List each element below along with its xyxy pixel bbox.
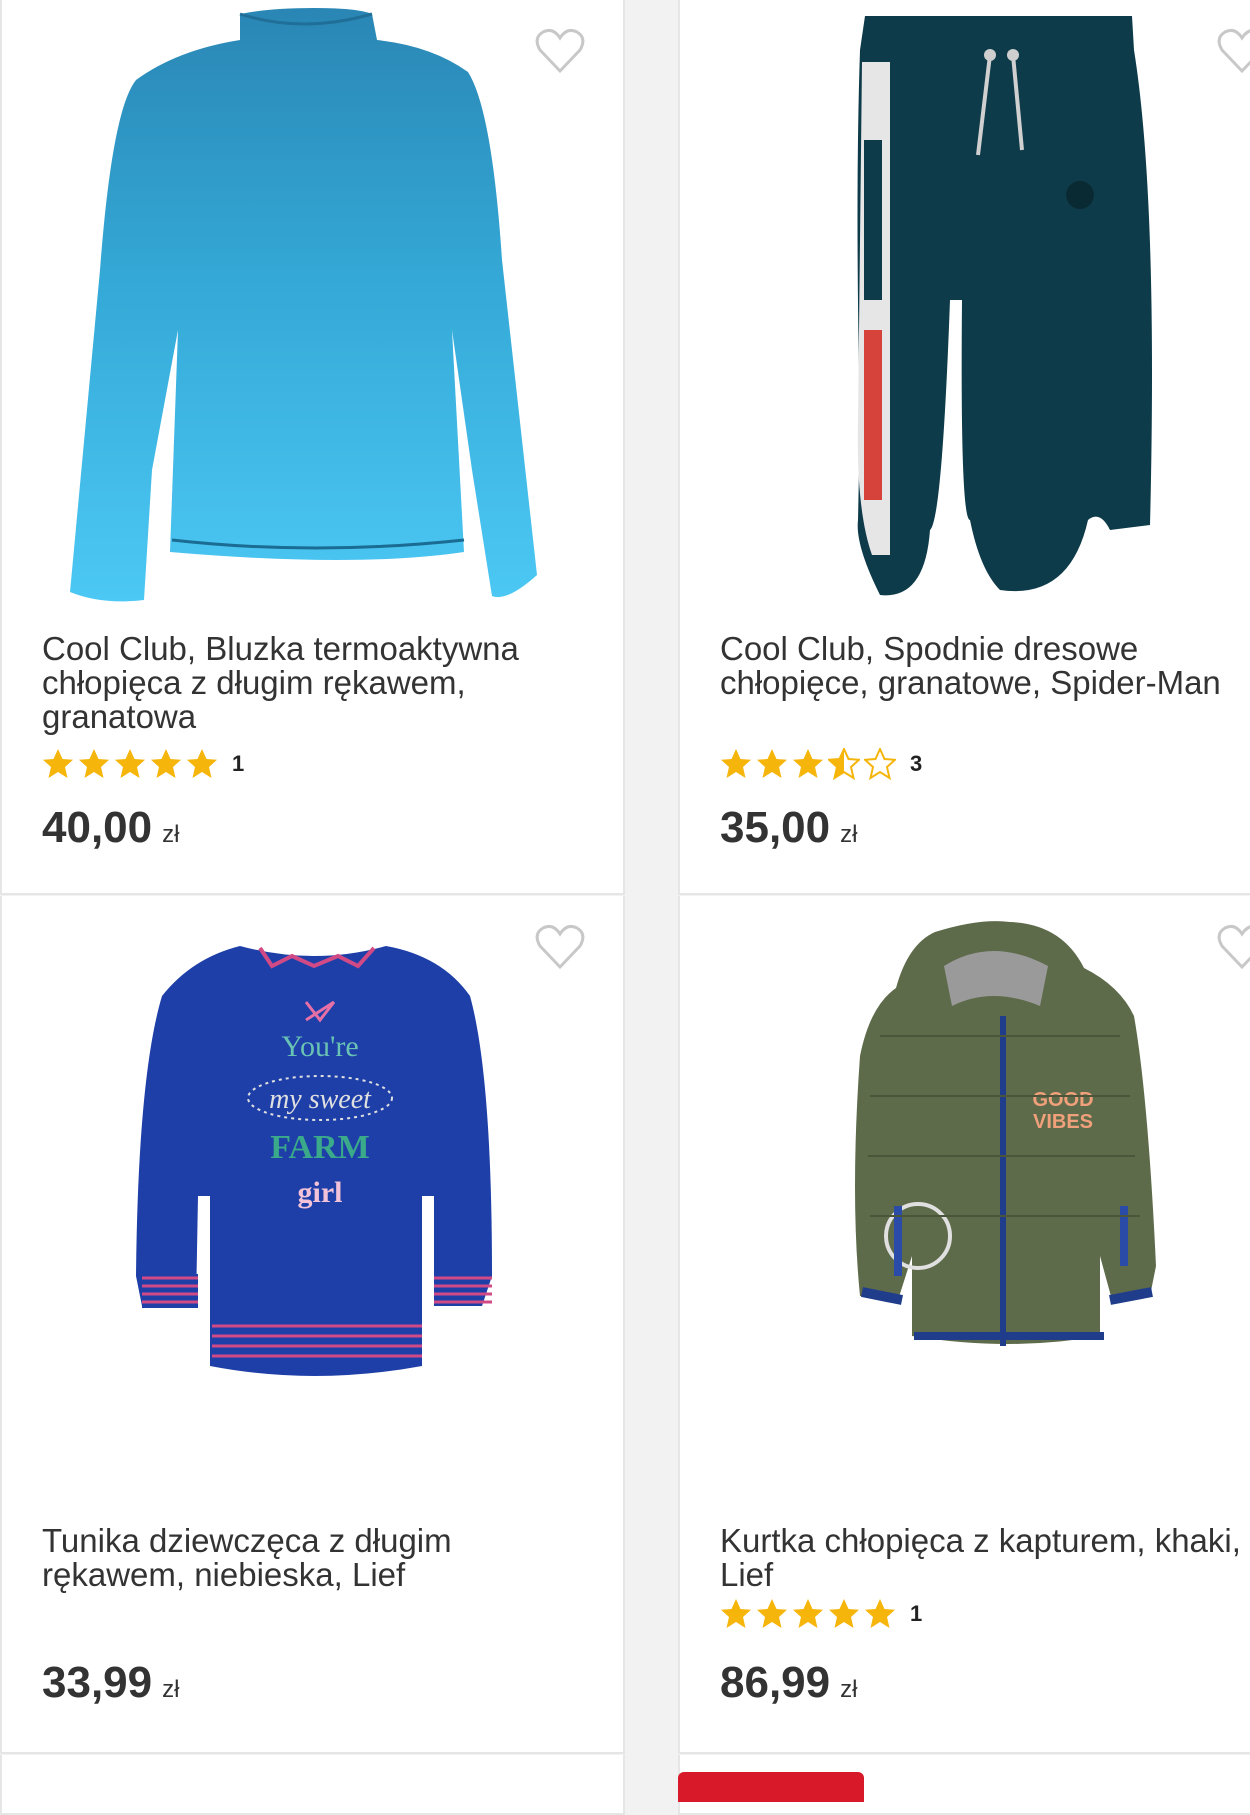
- star-empty-icon: [864, 748, 896, 780]
- rating: 1: [720, 1596, 922, 1632]
- action-button[interactable]: [678, 1772, 864, 1802]
- star-icon: [187, 749, 217, 778]
- product-image[interactable]: [2, 0, 623, 620]
- rating-count: 1: [910, 1601, 923, 1626]
- heart-icon[interactable]: [535, 28, 585, 74]
- star-icon: [151, 749, 181, 778]
- star-icon: [757, 1599, 787, 1628]
- price-amount: 33,99: [42, 1658, 153, 1707]
- price-amount: 40,00: [42, 803, 153, 852]
- price-currency: zł: [162, 1676, 180, 1703]
- product-image[interactable]: [680, 0, 1250, 620]
- product-image[interactable]: You're my sweet FARM girl: [2, 896, 623, 1516]
- rating-stars: [42, 748, 222, 780]
- star-icon: [793, 1599, 823, 1628]
- price-currency: zł: [162, 821, 180, 848]
- print-text: GOOD: [1032, 1089, 1093, 1111]
- product-grid: Cool Club, Bluzka termoaktywna chłopięca…: [0, 0, 1250, 1815]
- product-title[interactable]: Kurtka chłopięca z kapturem, khaki, Lief: [720, 1524, 1250, 1592]
- product-title[interactable]: Cool Club, Spodnie dresowe chłopięce, gr…: [720, 632, 1250, 700]
- price-currency: zł: [840, 1676, 858, 1703]
- star-icon: [829, 1599, 859, 1628]
- star-icon: [43, 749, 73, 778]
- rating-count: 1: [232, 751, 245, 776]
- product-card[interactable]: Cool Club, Bluzka termoaktywna chłopięca…: [0, 0, 625, 895]
- print-text: FARM: [270, 1129, 369, 1166]
- product-title[interactable]: Tunika dziewczęca z długim rękawem, nieb…: [42, 1524, 602, 1592]
- product-price: 86,99 zł: [720, 1658, 857, 1708]
- product-title[interactable]: Cool Club, Bluzka termoaktywna chłopięca…: [42, 632, 602, 734]
- product-price: 33,99 zł: [42, 1658, 179, 1708]
- price-amount: 35,00: [720, 803, 831, 852]
- star-icon: [115, 749, 145, 778]
- heart-icon[interactable]: [1217, 28, 1250, 74]
- price-currency: zł: [840, 821, 858, 848]
- star-half-icon: [828, 748, 860, 780]
- print-text: girl: [298, 1176, 343, 1209]
- rating-stars: [720, 1598, 900, 1630]
- star-icon: [793, 749, 823, 778]
- star-icon: [79, 749, 109, 778]
- star-icon: [721, 1599, 751, 1628]
- product-image[interactable]: GOOD VIBES: [680, 896, 1250, 1516]
- rating: 3: [720, 746, 922, 782]
- product-card[interactable]: Cool Club, Spodnie dresowe chłopięce, gr…: [678, 0, 1250, 895]
- rating: 1: [42, 746, 244, 782]
- star-icon: [865, 1599, 895, 1628]
- rating-count: 3: [910, 751, 923, 776]
- price-amount: 86,99: [720, 1658, 831, 1707]
- heart-icon[interactable]: [1217, 924, 1250, 970]
- heart-icon[interactable]: [535, 924, 585, 970]
- product-price: 35,00 zł: [720, 803, 857, 853]
- print-text: You're: [281, 1030, 358, 1063]
- star-icon: [757, 749, 787, 778]
- star-icon: [721, 749, 751, 778]
- product-price: 40,00 zł: [42, 803, 179, 853]
- product-card[interactable]: You're my sweet FARM girl Tunika dziewcz…: [0, 896, 625, 1754]
- rating-stars: [720, 748, 900, 780]
- print-text: VIBES: [1033, 1111, 1093, 1133]
- product-card[interactable]: GOOD VIBES Kurtka chłopięca z kapturem, …: [678, 896, 1250, 1754]
- print-text: my sweet: [269, 1084, 372, 1115]
- product-card[interactable]: [0, 1755, 625, 1815]
